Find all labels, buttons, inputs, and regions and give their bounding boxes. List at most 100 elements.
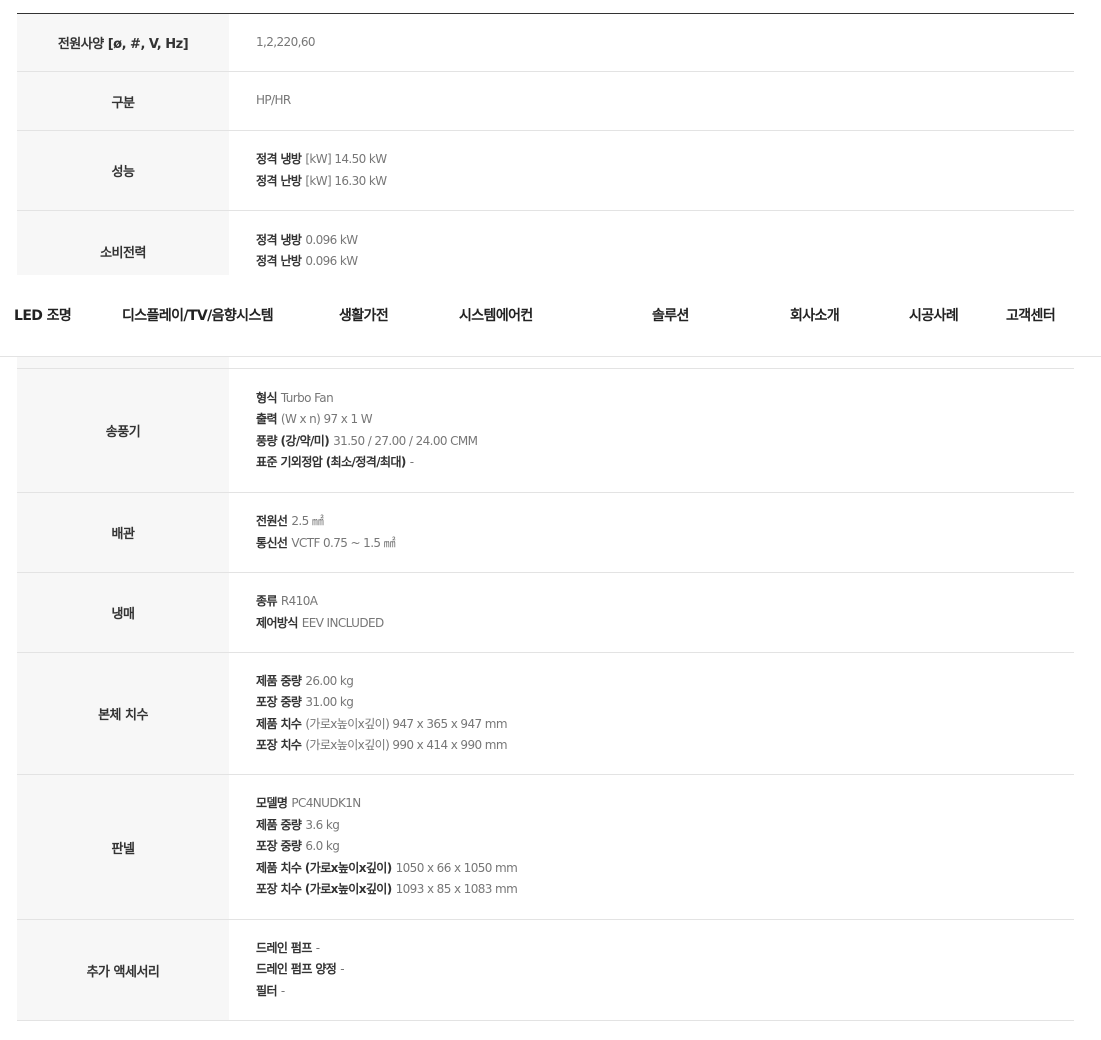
spec-val: [kW] 16.30 kW <box>305 173 387 188</box>
spec-line: 형식 Turbo Fan <box>256 388 1074 410</box>
spec-key: 풍량 (강/약/미) <box>256 433 330 448</box>
spec-value: 드레인 펌프 - 드레인 펌프 양정 - 필터 - <box>229 920 1074 1020</box>
spec-key: 출력 <box>256 412 277 426</box>
spec-val: VCTF 0.75 ~ 1.5 ㎟ <box>291 535 396 550</box>
spec-row-refrigerant: 냉매 종류 R410A 제어방식 EEV INCLUDED <box>17 573 1074 653</box>
spec-line: 제품 치수 (가로x높이x깊이) 947 x 365 x 947 mm <box>256 714 1074 736</box>
spec-line: 포장 중량 6.0 kg <box>256 836 1074 858</box>
spec-row-accessories: 추가 액세서리 드레인 펌프 - 드레인 펌프 양정 - 필터 - <box>17 920 1074 1021</box>
nav-item-appliances[interactable]: 생활가전 <box>339 305 389 325</box>
spec-line: 통신선 VCTF 0.75 ~ 1.5 ㎟ <box>256 533 1074 555</box>
nav-item-display[interactable]: 디스플레이/TV/음향시스템 <box>122 305 274 325</box>
spec-line: 제품 중량 3.6 kg <box>256 815 1074 837</box>
spec-row-body-dimensions: 본체 치수 제품 중량 26.00 kg 포장 중량 31.00 kg 제품 치수(… <box>17 653 1074 775</box>
spec-key: 포장 중량 <box>256 695 302 709</box>
spec-val: 0.096 kW <box>305 254 358 268</box>
spec-key: 제품 중량 <box>256 673 302 688</box>
spec-label: 본체 치수 <box>17 653 229 774</box>
spec-key: 제품 치수 <box>256 716 302 731</box>
spec-key: 포장 치수 <box>256 738 302 752</box>
spec-key: 정격 난방 <box>256 254 302 268</box>
spec-val: - <box>409 455 414 469</box>
spec-key: 제어방식 <box>256 615 298 630</box>
spec-val: - <box>280 983 285 998</box>
spec-line: 모델명 PC4NUDK1N <box>256 793 1074 815</box>
spec-val: 31.50 / 27.00 / 24.00 CMM <box>333 433 478 448</box>
spec-line: 제품 치수 (가로x높이x깊이) 1050 x 66 x 1050 mm <box>256 858 1074 880</box>
spec-label: 판넬 <box>17 775 229 919</box>
spec-value: 종류 R410A 제어방식 EEV INCLUDED <box>229 573 1074 652</box>
spec-line: 필터 - <box>256 981 1074 1003</box>
spec-val: 31.00 kg <box>305 695 354 709</box>
spec-key: 포장 치수 (가로x높이x깊이) <box>256 882 392 897</box>
spec-value: HP/HR <box>229 72 1074 130</box>
spec-label: 전원사양 [ø, #, V, Hz] <box>17 14 229 71</box>
spec-val: 3.6 kg <box>305 817 340 832</box>
spec-key: 형식 <box>256 390 277 405</box>
nav-item-solutions[interactable]: 솔루션 <box>652 305 689 325</box>
spec-key: 정격 난방 <box>256 173 302 188</box>
spec-val: [kW] 14.50 kW <box>305 152 387 166</box>
spec-row-performance: 성능 정격 냉방 [kW] 14.50 kW 정격 난방 [kW] 16.30 kW <box>17 131 1074 211</box>
spec-plain-value: 1,2,220,60 <box>256 34 315 49</box>
spec-row-fan: 송풍기 형식 Turbo Fan 출력 (W x n) 97 x 1 W 풍량 (강… <box>17 369 1074 493</box>
spec-key: 종류 <box>256 594 277 608</box>
spec-label: 냉매 <box>17 573 229 652</box>
spec-val: 0.096 kW <box>305 232 358 247</box>
spec-value: 제품 중량 26.00 kg 포장 중량 31.00 kg 제품 치수 (가로x높이x… <box>229 653 1074 774</box>
spec-key: 제품 중량 <box>256 817 302 832</box>
nav-item-system-aircon[interactable]: 시스템에어컨 <box>459 305 533 325</box>
spec-label: 성능 <box>17 131 229 210</box>
spec-key: 전원선 <box>256 514 288 528</box>
spec-val: 26.00 kg <box>305 673 354 688</box>
spec-line: 제어방식 EEV INCLUDED <box>256 613 1074 635</box>
spec-row-type: 구분 HP/HR <box>17 72 1074 131</box>
spec-table-top: 전원사양 [ø, #, V, Hz] 1,2,220,60 구분 HP/HR 성… <box>17 13 1074 291</box>
spec-line: 포장 치수 (가로x높이x깊이) 1093 x 85 x 1083 mm <box>256 879 1074 901</box>
spec-table-bottom: 송풍기 형식 Turbo Fan 출력 (W x n) 97 x 1 W 풍량 (강… <box>17 369 1074 1021</box>
spec-line: 포장 중량 31.00 kg <box>256 692 1074 714</box>
spec-value: 정격 냉방 [kW] 14.50 kW 정격 난방 [kW] 16.30 kW <box>229 131 1074 210</box>
global-nav-bar: LED 조명 디스플레이/TV/음향시스템 생활가전 시스템에어컨 솔루션 회사… <box>0 275 1101 357</box>
spec-value: 모델명 PC4NUDK1N 제품 중량 3.6 kg 포장 중량 6.0 kg 제품 … <box>229 775 1074 919</box>
spec-key: 통신선 <box>256 535 288 550</box>
nav-item-company[interactable]: 회사소개 <box>790 305 840 325</box>
spec-key: 제품 치수 (가로x높이x깊이) <box>256 860 392 875</box>
spec-val: - <box>315 940 320 955</box>
spec-val: - <box>340 962 344 977</box>
spec-row-piping: 배관 전원선 2.5 ㎟ 통신선 VCTF 0.75 ~ 1.5 ㎟ <box>17 493 1074 573</box>
spec-value: 형식 Turbo Fan 출력 (W x n) 97 x 1 W 풍량 (강/약/미… <box>229 369 1074 492</box>
spec-val: PC4NUDK1N <box>291 796 361 811</box>
spec-line: 정격 냉방 [kW] 14.50 kW <box>256 149 1074 171</box>
spec-line: 정격 난방 [kW] 16.30 kW <box>256 171 1074 193</box>
nav-item-cases[interactable]: 시공사례 <box>909 305 959 325</box>
spec-line: 출력 (W x n) 97 x 1 W <box>256 409 1074 431</box>
spec-line: 풍량 (강/약/미) 31.50 / 27.00 / 24.00 CMM <box>256 431 1074 453</box>
spec-line: 종류 R410A <box>256 591 1074 613</box>
spec-line: 표준 기외정압 (최소/정격/최대) - <box>256 452 1074 474</box>
spec-key: 표준 기외정압 (최소/정격/최대) <box>256 455 406 469</box>
spec-label: 추가 액세서리 <box>17 920 229 1020</box>
spec-label: 구분 <box>17 72 229 130</box>
spec-val: 2.5 ㎟ <box>291 514 324 528</box>
spec-key: 드레인 펌프 <box>256 940 312 955</box>
spec-line: 전원선 2.5 ㎟ <box>256 511 1074 533</box>
spec-key: 정격 냉방 <box>256 232 302 247</box>
nav-item-support[interactable]: 고객센터 <box>1006 305 1056 325</box>
spec-val: (W x n) 97 x 1 W <box>280 412 373 426</box>
spec-row-power-spec: 전원사양 [ø, #, V, Hz] 1,2,220,60 <box>17 14 1074 72</box>
spec-val: EEV INCLUDED <box>301 615 384 630</box>
spec-key: 드레인 펌프 양정 <box>256 962 337 977</box>
nav-item-led[interactable]: LED 조명 <box>14 305 72 325</box>
spec-line: 포장 치수 (가로x높이x깊이) 990 x 414 x 990 mm <box>256 735 1074 757</box>
spec-line: 정격 난방 0.096 kW <box>256 251 1074 273</box>
spec-value: 전원선 2.5 ㎟ 통신선 VCTF 0.75 ~ 1.5 ㎟ <box>229 493 1074 572</box>
spec-line: 정격 냉방 0.096 kW <box>256 230 1074 252</box>
spec-val: 6.0 kg <box>305 839 340 854</box>
spec-row-panel: 판넬 모델명 PC4NUDK1N 제품 중량 3.6 kg 포장 중량 6.0 kg … <box>17 775 1074 920</box>
spec-line: 드레인 펌프 - <box>256 938 1074 960</box>
spec-plain-value: HP/HR <box>256 93 291 108</box>
spec-key: 필터 <box>256 983 277 998</box>
spec-val: Turbo Fan <box>280 390 334 405</box>
spec-value: 1,2,220,60 <box>229 14 1074 71</box>
